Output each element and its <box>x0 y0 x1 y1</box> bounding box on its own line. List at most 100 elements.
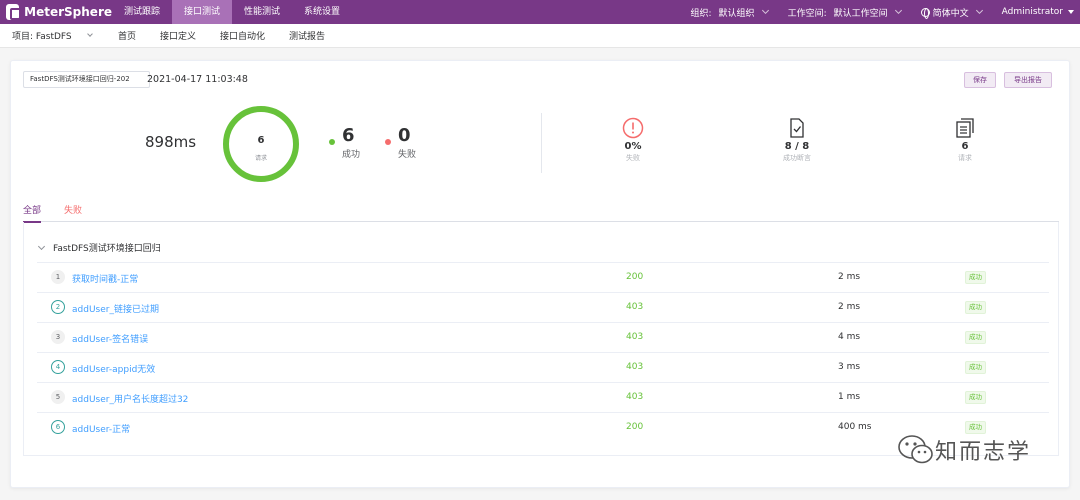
response-time: 2 ms <box>838 302 861 312</box>
checked-document-icon <box>790 118 804 138</box>
nav-test-tracking[interactable]: 测试跟踪 <box>112 0 172 24</box>
request-name-link[interactable]: addUser-正常 <box>72 422 130 435</box>
caret-down-icon <box>1068 10 1074 14</box>
success-label: 成功 <box>342 150 361 160</box>
top-navbar: MeterSphere 测试跟踪 接口测试 性能测试 系统设置 组织: 默认组织… <box>0 0 1080 24</box>
tab-all[interactable]: 全部 <box>23 203 42 223</box>
chevron-down-icon <box>37 242 46 250</box>
nav-performance-test[interactable]: 性能测试 <box>232 0 292 24</box>
table-row[interactable]: 5 addUser_用户名长度超过32 403 1 ms 成功 <box>37 382 1049 412</box>
subnav-api-definition[interactable]: 接口定义 <box>160 29 196 42</box>
subnav-test-report[interactable]: 测试报告 <box>289 29 325 42</box>
nav-api-test[interactable]: 接口测试 <box>172 0 233 24</box>
success-count: 6 <box>342 125 355 146</box>
org-label: 组织: <box>690 8 712 19</box>
request-name-link[interactable]: addUser-appid无效 <box>72 362 155 375</box>
row-index: 1 <box>51 270 65 284</box>
fail-label: 失败 <box>398 150 417 160</box>
response-time: 1 ms <box>838 392 861 402</box>
brand[interactable]: MeterSphere <box>0 4 112 20</box>
status-badge: 成功 <box>965 361 986 374</box>
scenario-list: FastDFS测试环境接口回归 1 获取时间戳-正常 200 2 ms 成功 2… <box>23 222 1059 456</box>
top-right-controls: 组织: 默认组织 工作空间: 默认工作空间 简体中文 Administrator <box>671 0 1074 24</box>
globe-icon <box>920 7 930 19</box>
status-badge: 成功 <box>965 331 986 344</box>
table-row[interactable]: 2 addUser_链接已过期 403 2 ms 成功 <box>37 292 1049 322</box>
report-name-input[interactable]: FastDFS测试环境接口回归-202 <box>23 71 150 88</box>
fail-stat: 0 失败 <box>385 125 416 160</box>
request-name-link[interactable]: addUser-签名错误 <box>72 332 148 345</box>
metric-fail-rate: 0% 失败 <box>593 117 673 163</box>
language-value: 简体中文 <box>932 8 969 19</box>
status-badge: 成功 <box>965 301 986 314</box>
success-stat: 6 成功 <box>329 125 360 160</box>
subnav-home[interactable]: 首页 <box>118 29 136 42</box>
row-index: 3 <box>51 330 65 344</box>
metric-fail-rate-caption: 失败 <box>626 154 640 162</box>
watermark: 知而志学 <box>897 433 1031 467</box>
metric-assertions-caption: 成功断言 <box>783 154 811 162</box>
response-code: 403 <box>626 392 644 402</box>
metric-requests-value: 6 <box>961 141 969 152</box>
chevron-down-icon <box>761 6 769 15</box>
workspace-label: 工作空间: <box>787 8 827 19</box>
table-row[interactable]: 4 addUser-appid无效 403 3 ms 成功 <box>37 352 1049 382</box>
response-time: 4 ms <box>838 332 861 342</box>
row-index: 6 <box>51 420 65 434</box>
request-name-link[interactable]: addUser_链接已过期 <box>72 302 159 315</box>
main-nav: 测试跟踪 接口测试 性能测试 系统设置 <box>112 0 352 24</box>
row-index: 4 <box>51 360 65 374</box>
metric-assertions: 8 / 8 成功断言 <box>757 117 837 163</box>
scenario-header[interactable]: FastDFS测试环境接口回归 <box>37 241 161 254</box>
export-report-button[interactable]: 导出报告 <box>1004 72 1052 88</box>
fail-count: 0 <box>398 125 411 146</box>
ring-requests-label: 请求 <box>254 155 267 162</box>
subnav-api-automation[interactable]: 接口自动化 <box>220 29 265 42</box>
report-time: 2021-04-17 11:03:48 <box>147 74 248 85</box>
response-time: 3 ms <box>838 362 861 372</box>
metric-assertions-value: 8 / 8 <box>784 141 810 152</box>
metric-fail-rate-value: 0% <box>624 141 642 152</box>
brand-name: MeterSphere <box>24 5 112 19</box>
status-badge: 成功 <box>965 391 986 404</box>
total-duration: 898ms <box>145 133 197 151</box>
language-selector[interactable]: 简体中文 <box>920 6 983 19</box>
user-menu[interactable]: Administrator <box>1002 7 1074 17</box>
request-name-link[interactable]: addUser_用户名长度超过32 <box>72 392 188 405</box>
response-code: 403 <box>626 332 644 342</box>
metersphere-logo-icon <box>6 4 23 20</box>
response-code: 200 <box>626 422 644 432</box>
metric-requests-caption: 请求 <box>958 154 972 162</box>
tab-fail[interactable]: 失败 <box>64 203 82 222</box>
project-selector[interactable]: 项目: FastDFS <box>0 29 118 42</box>
project-name: 项目: FastDFS <box>12 32 72 42</box>
chevron-down-icon <box>894 6 902 15</box>
documents-icon <box>956 118 974 138</box>
org-selector[interactable]: 组织: 默认组织 <box>690 6 769 19</box>
success-dot-icon <box>329 139 335 145</box>
workspace-selector[interactable]: 工作空间: 默认工作空间 <box>787 6 902 19</box>
nav-system-settings[interactable]: 系统设置 <box>292 0 352 24</box>
response-code: 403 <box>626 302 644 312</box>
status-badge: 成功 <box>965 271 986 284</box>
response-time: 400 ms <box>838 422 872 432</box>
sub-navbar: 项目: FastDFS 首页 接口定义 接口自动化 测试报告 <box>0 24 1080 48</box>
chevron-down-icon <box>975 6 983 15</box>
watermark-text: 知而志学 <box>935 440 1032 465</box>
scenario-name: FastDFS测试环境接口回归 <box>53 244 161 254</box>
response-time: 2 ms <box>838 272 861 282</box>
table-row[interactable]: 3 addUser-签名错误 403 4 ms 成功 <box>37 322 1049 352</box>
org-value: 默认组织 <box>718 8 755 19</box>
row-index: 5 <box>51 390 65 404</box>
metric-requests: 6 请求 <box>925 117 1005 163</box>
wechat-icon <box>898 435 933 464</box>
workspace-value: 默认工作空间 <box>833 8 888 19</box>
divider <box>541 113 542 173</box>
report-card: FastDFS测试环境接口回归-202 2021-04-17 11:03:48 … <box>10 60 1070 488</box>
request-name-link[interactable]: 获取时间戳-正常 <box>72 272 138 285</box>
response-code: 200 <box>626 272 644 282</box>
fail-dot-icon <box>385 139 391 145</box>
chevron-down-icon <box>86 31 93 37</box>
table-row[interactable]: 1 获取时间戳-正常 200 2 ms 成功 <box>37 262 1049 292</box>
save-button[interactable]: 保存 <box>964 72 996 88</box>
